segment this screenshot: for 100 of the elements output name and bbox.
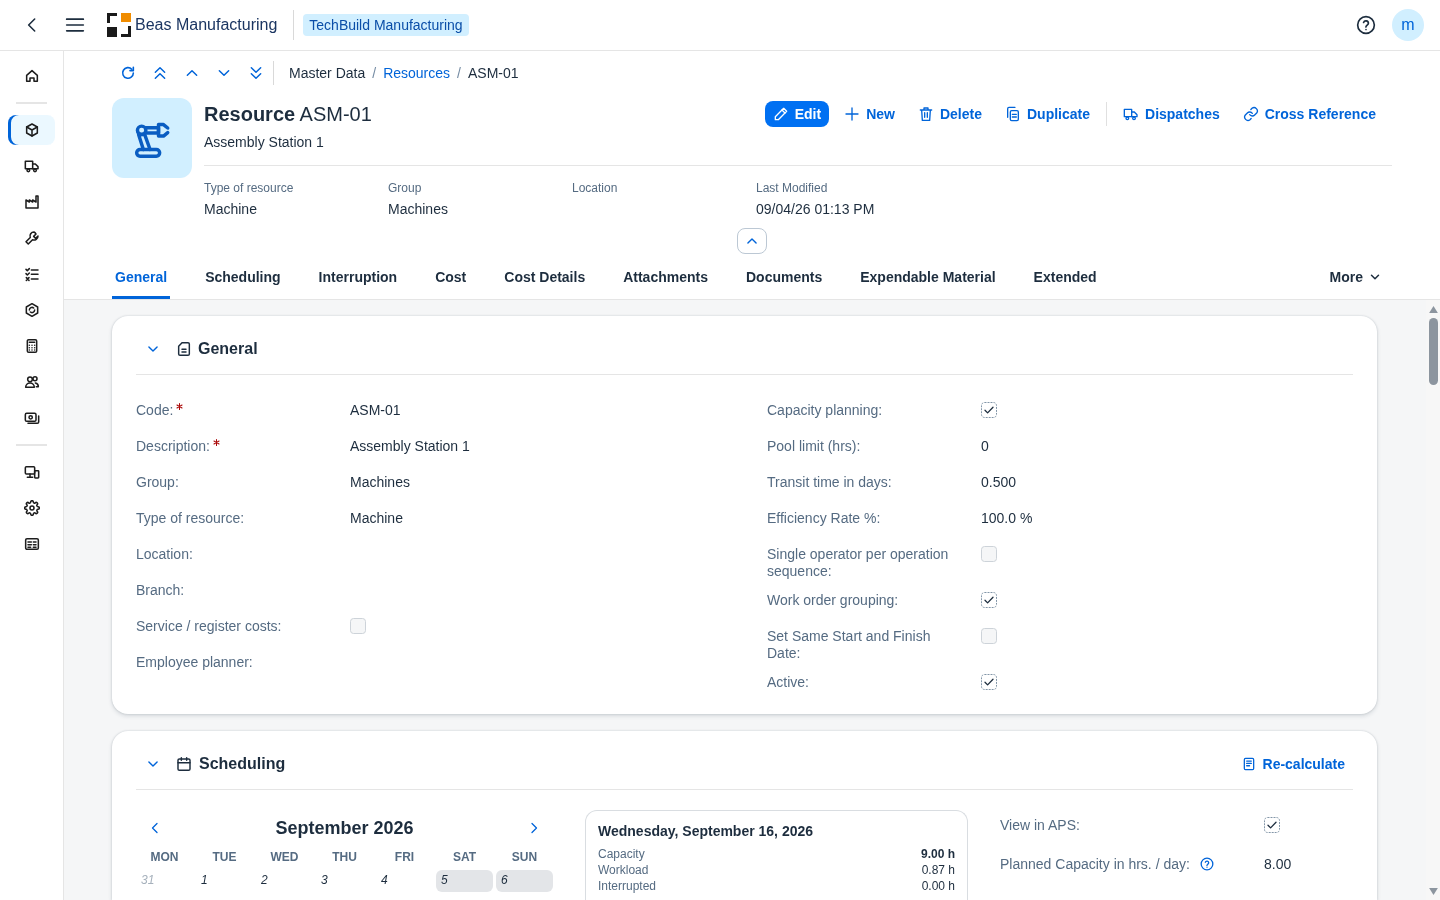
breadcrumb-separator: / [457,65,461,81]
breadcrumb-item: Master Data [289,65,366,81]
calendar-day[interactable]: 3 [316,870,373,892]
duplicate-button[interactable]: Duplicate [997,101,1098,127]
field-value: Machine [350,510,403,526]
field-label: Group: [136,474,179,491]
trash-icon [917,106,934,122]
company-badge: TechBuild Manufacturing [303,14,469,36]
field-label: Type of resource: [136,510,245,527]
recalculate-link[interactable]: Re-calculate [1241,756,1345,772]
scrollbar[interactable] [1426,300,1440,900]
checkbox[interactable] [981,546,997,562]
delete-button[interactable]: Delete [909,101,990,127]
link-icon [1242,106,1259,122]
checkbox[interactable] [981,628,997,644]
field-value: 8.00 [1264,856,1292,872]
home-icon [23,68,40,84]
chevron-left-icon[interactable] [149,822,161,834]
field-label: Employee planner: [136,654,253,671]
calendar-day[interactable]: 2 [256,870,313,892]
field-label: Location: [136,546,193,563]
checkbox[interactable] [981,592,997,608]
field-label: Code: [136,402,174,419]
robot-arm-icon [112,98,192,178]
calendar-icon [176,756,192,772]
edit-button[interactable]: Edit [764,101,830,127]
nav-item[interactable] [8,115,55,145]
card-icon [23,536,40,552]
tab[interactable]: Attachments [620,255,711,299]
double-chevron-down-icon[interactable] [248,65,264,81]
field-label: Capacity planning: [767,402,883,419]
devices-icon [23,464,40,480]
cube-icon [23,122,40,138]
tab[interactable]: General [112,255,171,299]
more-button[interactable]: More [1326,255,1384,299]
cross-reference-button[interactable]: Cross Reference [1234,101,1384,127]
object-subtitle: Assembly Station 1 [204,133,325,151]
calendar-day[interactable]: 5 [436,870,493,892]
chevron-right-icon[interactable] [528,822,540,834]
tab[interactable]: Cost Details [501,255,589,299]
detail-label: Workload [598,862,649,878]
attribute-value: Machine [204,200,258,218]
tab[interactable]: Extended [1030,255,1100,299]
breadcrumb-item: ASM-01 [467,65,519,81]
help-icon[interactable] [1356,15,1376,35]
attribute-value: Machines [388,200,449,218]
tab[interactable]: Cost [432,255,470,299]
tab[interactable]: Expendable Material [857,255,999,299]
truck-icon [1123,106,1139,122]
object-title: Resource ASM-01 [204,102,372,126]
checkbox[interactable] [1264,817,1280,833]
day-details-title: Wednesday, September 16, 2026 [598,822,815,841]
refresh-icon[interactable] [120,65,136,81]
field-value: ASM-01 [350,402,401,418]
calendar-day[interactable]: 1 [196,870,253,892]
truck-icon [23,158,40,174]
double-chevron-up-icon[interactable] [152,65,168,81]
checkbox[interactable] [981,402,997,418]
calendar-day[interactable]: 4 [376,870,433,892]
dispatches-button[interactable]: Dispatches [1115,101,1228,127]
tab[interactable]: Interruption [315,255,401,299]
menu-icon[interactable] [65,15,85,35]
checklist-icon [23,266,40,282]
detail-value: 0.00 h [921,878,955,894]
triangle-up-icon[interactable] [1428,306,1438,313]
attribute-label: Last Modified [756,181,829,195]
detail-value: 9.00 h [920,846,955,862]
triangle-down-icon[interactable] [1428,888,1438,895]
field-value: 0.500 [981,474,1017,490]
field-value: 0 [981,438,989,454]
checkbox[interactable] [981,674,997,690]
field-value: 100.0 % [981,510,1033,526]
weekday-label: WED [270,850,299,864]
document-icon [176,341,192,357]
calendar-day[interactable]: 6 [496,870,553,892]
scrollbar-thumb[interactable] [1428,318,1438,385]
new-button[interactable]: New [836,101,903,127]
pencil-icon [772,106,789,122]
detail-value: 0.87 h [921,862,955,878]
wrench-icon [23,230,40,246]
attribute-label: Location [572,181,619,195]
tab[interactable]: Documents [743,255,826,299]
brand-name: Beas Manufacturing [135,16,278,34]
field-label: Branch: [136,582,185,599]
checkbox[interactable] [350,618,366,634]
attribute-value: 09/04/26 01:13 PM [756,200,876,218]
field-label: Work order grouping: [767,592,899,609]
field-label: Service / register costs: [136,618,282,635]
user-avatar[interactable]: m [1392,9,1424,41]
weekday-label: FRI [394,850,415,864]
calendar-title: September 2026 [275,817,414,839]
attribute-label: Type of resource [204,181,295,195]
weekday-label: TUE [212,850,237,864]
detail-label: Interrupted [598,878,657,894]
field-label: Single operator per operation sequence: [767,546,950,580]
plus-icon [844,106,861,122]
breadcrumb-link[interactable]: Resources [383,65,451,81]
tab[interactable]: Scheduling [202,255,284,299]
field-label: Description: [136,438,210,455]
weekday-label: SAT [452,850,477,864]
